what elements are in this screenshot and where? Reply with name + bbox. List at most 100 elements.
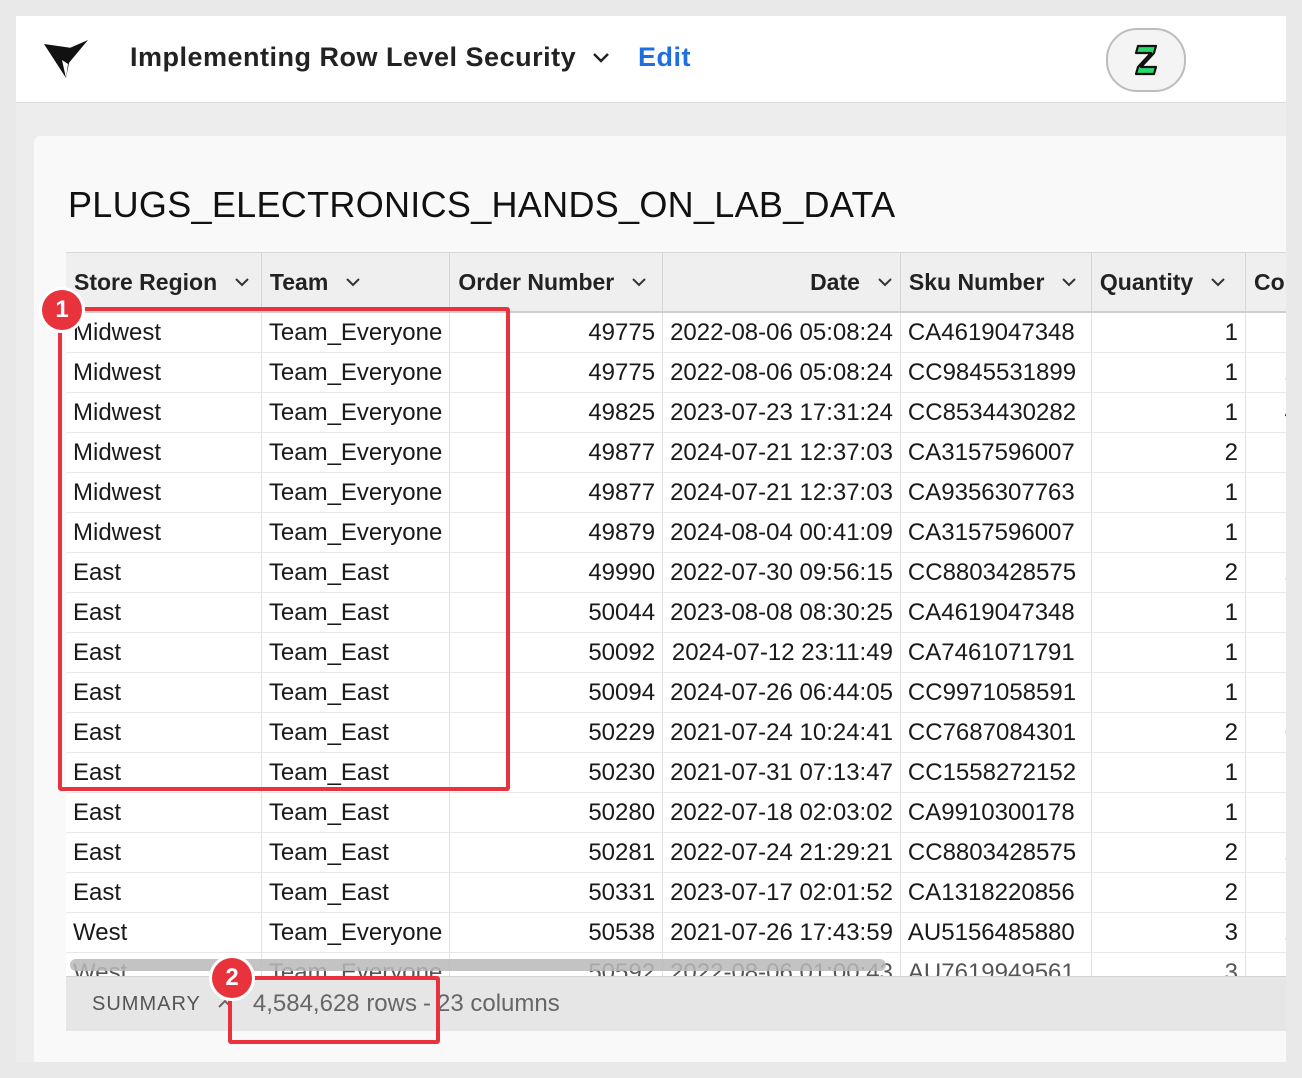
table-cell[interactable]: 1 (1091, 392, 1246, 433)
table-cell[interactable]: East (66, 832, 262, 873)
table-cell[interactable]: Midwest (66, 512, 262, 553)
table-row[interactable]: East Team_East 50092 2024-07-12 23:11:49 CA7… (66, 632, 1286, 673)
table-cell[interactable]: 50094 (449, 672, 664, 713)
table-cell[interactable]: CA9910300178 (900, 792, 1092, 833)
column-header[interactable]: Team (261, 253, 451, 313)
column-header[interactable]: Sku Number (900, 253, 1092, 313)
table-cell[interactable]: CA7461071791 (900, 632, 1092, 673)
table-cell[interactable]: CA4619047348 (900, 312, 1092, 353)
table-cell[interactable]: 1 (1091, 592, 1246, 633)
table-cell[interactable]: Team_East (261, 712, 451, 753)
table-cell[interactable]: Team_Everyone (261, 432, 451, 473)
column-header[interactable]: Co (1245, 253, 1286, 313)
table-cell[interactable]: 50538 (449, 912, 664, 953)
table-cell[interactable]: 2 (1245, 352, 1286, 393)
table-cell[interactable]: Team_East (261, 632, 451, 673)
table-cell[interactable]: West (66, 912, 262, 953)
table-cell[interactable]: 50280 (449, 792, 664, 833)
column-menu-chevron-icon[interactable] (1211, 277, 1225, 287)
table-cell[interactable]: CA1318220856 (900, 872, 1092, 913)
table-cell[interactable]: 2 (1245, 832, 1286, 873)
table-cell[interactable]: 2022-07-30 09:56:15 (662, 552, 901, 593)
table-cell[interactable]: CC7687084301 (900, 712, 1092, 753)
table-cell[interactable]: Team_East (261, 752, 451, 793)
table-cell[interactable] (1245, 312, 1286, 353)
table-cell[interactable]: Team_Everyone (261, 392, 451, 433)
table-cell[interactable]: CC9971058591 (900, 672, 1092, 713)
column-menu-chevron-icon[interactable] (878, 277, 892, 287)
table-row[interactable]: Midwest Team_Everyone 49825 2023-07-23 17:3… (66, 392, 1286, 433)
horizontal-scrollbar[interactable] (70, 959, 886, 971)
table-cell[interactable]: East (66, 672, 262, 713)
table-cell[interactable]: 2024-07-21 12:37:03 (662, 472, 901, 513)
table-row[interactable]: Midwest Team_Everyone 49879 2024-08-04 00:4… (66, 512, 1286, 553)
table-cell[interactable]: 1 (1091, 752, 1246, 793)
table-cell[interactable]: 2 (1091, 712, 1246, 753)
table-cell[interactable]: CC8534430282 (900, 392, 1092, 433)
table-cell[interactable]: CA3157596007 (900, 512, 1092, 553)
table-cell[interactable]: 2 (1245, 552, 1286, 593)
table-cell[interactable]: 1 (1091, 792, 1246, 833)
table-cell[interactable]: 6 (1245, 712, 1286, 753)
column-menu-chevron-icon[interactable] (632, 277, 646, 287)
table-row[interactable]: Midwest Team_Everyone 49775 2022-08-06 05:0… (66, 352, 1286, 393)
table-cell[interactable]: Team_East (261, 592, 451, 633)
table-cell[interactable]: 2021-07-31 07:13:47 (662, 752, 901, 793)
table-cell[interactable]: CA4619047348 (900, 592, 1092, 633)
sigma-logo-icon[interactable] (42, 38, 90, 82)
table-cell[interactable]: 2 (1091, 552, 1246, 593)
table-cell[interactable]: Team_Everyone (261, 512, 451, 553)
table-cell[interactable]: 49877 (449, 432, 664, 473)
table-cell[interactable]: 49775 (449, 352, 664, 393)
column-menu-chevron-icon[interactable] (346, 277, 360, 287)
table-row[interactable]: Midwest Team_Everyone 49775 2022-08-06 05:0… (66, 312, 1286, 353)
table-row[interactable]: East Team_East 50280 2022-07-18 02:03:02 CA9… (66, 792, 1286, 833)
workbook-title-menu[interactable]: Implementing Row Level Security (130, 42, 610, 73)
table-row[interactable]: East Team_East 50229 2021-07-24 10:24:41 CC7… (66, 712, 1286, 753)
column-header[interactable]: Quantity (1091, 253, 1246, 313)
chevron-up-icon[interactable] (217, 999, 233, 1009)
table-row[interactable]: East Team_East 50094 2024-07-26 06:44:05 CC9… (66, 672, 1286, 713)
table-cell[interactable]: 1 (1091, 352, 1246, 393)
table-cell[interactable] (1245, 512, 1286, 553)
table-cell[interactable] (1245, 592, 1286, 633)
table-row[interactable]: East Team_East 50281 2022-07-24 21:29:21 CC8… (66, 832, 1286, 873)
table-cell[interactable]: 2024-08-04 00:41:09 (662, 512, 901, 553)
table-cell[interactable]: Team_Everyone (261, 912, 451, 953)
table-cell[interactable]: 50044 (449, 592, 664, 633)
table-cell[interactable]: CA9356307763 (900, 472, 1092, 513)
table-cell[interactable] (1245, 672, 1286, 713)
table-row[interactable]: West Team_Everyone 50538 2021-07-26 17:43:5… (66, 912, 1286, 953)
table-cell[interactable]: 2 (1091, 432, 1246, 473)
edit-button[interactable]: Edit (638, 42, 691, 73)
table-cell[interactable]: 1 (1245, 872, 1286, 913)
table-cell[interactable]: East (66, 872, 262, 913)
table-cell[interactable]: 2023-08-08 08:30:25 (662, 592, 901, 633)
table-cell[interactable]: 2 (1245, 912, 1286, 953)
table-cell[interactable]: CC8803428575 (900, 832, 1092, 873)
table-cell[interactable]: 2 (1091, 832, 1246, 873)
table-cell[interactable]: East (66, 752, 262, 793)
table-cell[interactable]: 4 (1245, 392, 1286, 433)
table-cell[interactable]: 2 (1091, 872, 1246, 913)
table-row[interactable]: Midwest Team_Everyone 49877 2024-07-21 12:3… (66, 472, 1286, 513)
table-cell[interactable]: Midwest (66, 432, 262, 473)
table-cell[interactable]: 2022-07-24 21:29:21 (662, 832, 901, 873)
table-cell[interactable]: Team_East (261, 672, 451, 713)
table-row[interactable]: East Team_East 50044 2023-08-08 08:30:25 CA4… (66, 592, 1286, 633)
table-row[interactable]: Midwest Team_Everyone 49877 2024-07-21 12:3… (66, 432, 1286, 473)
table-cell[interactable]: 2021-07-24 10:24:41 (662, 712, 901, 753)
table-cell[interactable]: 3 (1091, 952, 1246, 977)
table-cell[interactable]: East (66, 712, 262, 753)
table-cell[interactable]: Team_Everyone (261, 312, 451, 353)
table-cell[interactable]: Team_East (261, 792, 451, 833)
table-cell[interactable] (1245, 472, 1286, 513)
table-row[interactable]: East Team_East 49990 2022-07-30 09:56:15 CC8… (66, 552, 1286, 593)
ai-assistant-button[interactable] (1106, 28, 1186, 92)
column-header[interactable]: Store Region (66, 253, 262, 313)
table-cell[interactable]: AU7619949561 (900, 952, 1092, 977)
table-cell[interactable]: 2022-07-18 02:03:02 (662, 792, 901, 833)
table-cell[interactable] (1245, 792, 1286, 833)
table-cell[interactable]: 2023-07-17 02:01:52 (662, 872, 901, 913)
table-cell[interactable]: Midwest (66, 352, 262, 393)
